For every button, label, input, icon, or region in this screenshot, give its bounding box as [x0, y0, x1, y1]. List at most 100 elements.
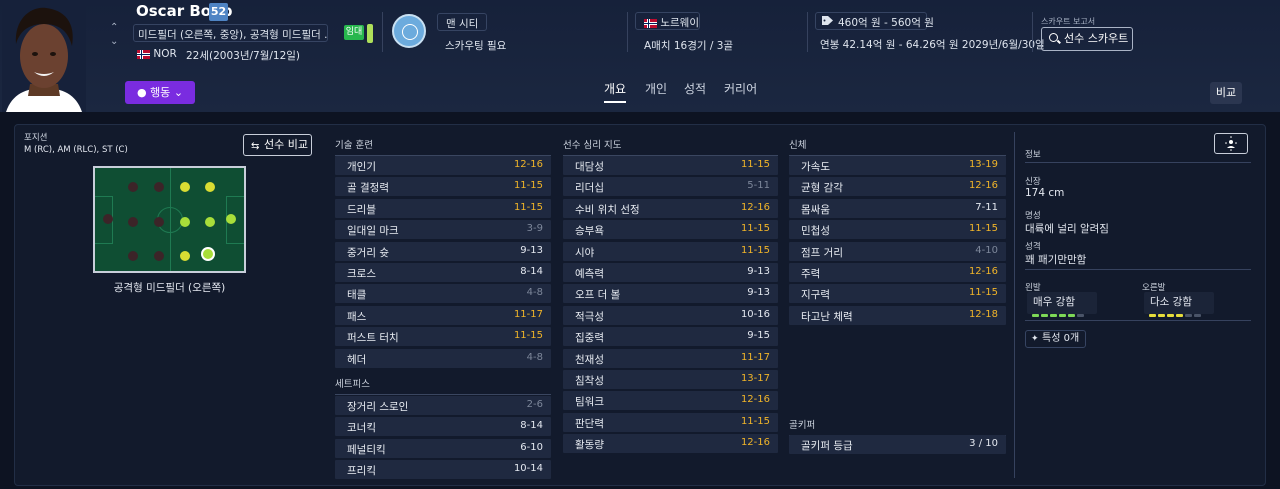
action-button-label: 행동	[150, 86, 171, 99]
attribute-row[interactable]: 예측력 9-13	[563, 263, 778, 282]
attribute-row[interactable]: 가속도 13-19	[789, 156, 1006, 175]
attribute-row[interactable]: 코너킥 8-14	[335, 417, 551, 437]
scout-report-label: 스카우트 보고서	[1041, 17, 1096, 26]
positions-field[interactable]: 미드필더 (오른쪽, 중앙), 공격형 미드필더 ...	[133, 24, 328, 42]
position-dot	[205, 217, 215, 227]
foot-strength-segment	[1077, 314, 1084, 317]
scout-button-label: 선수 스카우트	[1064, 32, 1129, 45]
attribute-name: 중거리 슛	[347, 246, 389, 259]
attribute-value: 12-16	[513, 159, 543, 170]
tab-career[interactable]: 커리어	[724, 80, 757, 97]
physical-header: 신체	[789, 137, 1006, 156]
caps-goals: A매치 16경기 / 3골	[644, 40, 734, 52]
nation-name: 노르웨이	[660, 17, 699, 29]
reputation-label: 명성	[1025, 211, 1041, 221]
scout-player-button[interactable]: 선수 스카우트	[1041, 27, 1133, 51]
attribute-value: 12-16	[968, 180, 998, 192]
attribute-name: 장거리 스로인	[347, 401, 409, 413]
position-dot	[180, 182, 190, 192]
attribute-row[interactable]: 주력 12-16	[789, 263, 1006, 282]
tab-personal[interactable]: 개인	[645, 80, 667, 97]
attribute-row[interactable]: 헤더 4-8	[335, 348, 551, 368]
attribute-row[interactable]: 오프 더 볼 9-13	[563, 284, 778, 304]
attribute-row[interactable]: 시야 11-15	[563, 241, 778, 261]
compare-button[interactable]: 비교	[1210, 82, 1242, 104]
attribute-name: 균형 감각	[801, 182, 843, 195]
attribute-row[interactable]: 프리킥 10-14	[335, 460, 551, 480]
attribute-row[interactable]: 민첩성 11-15	[789, 220, 1006, 240]
attribute-name: 드리블	[347, 203, 376, 216]
attribute-name: 시야	[575, 246, 595, 259]
attribute-row[interactable]: 일대일 마크 3-9	[335, 220, 551, 240]
divider	[1025, 269, 1251, 270]
attribute-row[interactable]: 패스 11-17	[335, 305, 551, 325]
attribute-row[interactable]: 크로스 8-14	[335, 263, 551, 282]
attribute-row[interactable]: 수비 위치 선정 12-16	[563, 198, 778, 218]
attribute-name: 리더십	[575, 182, 604, 195]
attribute-row[interactable]: 승부욕 11-15	[563, 220, 778, 240]
chevron-down-icon[interactable]: ⌄	[110, 36, 118, 47]
height-label: 신장	[1025, 177, 1041, 187]
attribute-row[interactable]: 적극성 10-16	[563, 305, 778, 325]
attribute-row[interactable]: 장거리 스로인 2-6	[335, 396, 551, 415]
value-box[interactable]: 460억 원 - 560억 원	[815, 12, 934, 30]
player-compare-button[interactable]: ⇆ 선수 비교	[243, 134, 312, 156]
attribute-row[interactable]: 천재성 11-17	[563, 348, 778, 368]
attribute-name: 주력	[801, 268, 821, 280]
nation-box[interactable]: 노르웨이	[635, 12, 700, 30]
club-name-box[interactable]: 맨 시티	[437, 13, 487, 31]
player-profile-screen: ⌃ ⌄ Oscar Bobb 52 미드필더 (오른쪽, 중앙), 공격형 미드…	[0, 0, 1280, 489]
attribute-row[interactable]: 골 결정력 11-15	[335, 177, 551, 197]
info-options-button[interactable]	[1214, 133, 1248, 154]
attribute-value: 12-16	[740, 201, 770, 213]
attribute-name: 침착성	[575, 375, 604, 387]
attribute-name: 천재성	[575, 353, 604, 366]
foot-strength-segment	[1176, 314, 1183, 317]
attribute-name: 퍼스트 터치	[347, 332, 399, 345]
attribute-row[interactable]: 활동량 12-16	[563, 434, 778, 454]
attribute-value: 4-10	[975, 244, 998, 256]
reputation-value: 대륙에 널리 알려짐	[1025, 223, 1109, 235]
attribute-row[interactable]: 대담성 11-15	[563, 156, 778, 175]
left-foot-box: 매우 강함	[1027, 292, 1097, 314]
loan-indicator	[367, 24, 373, 43]
traits-button[interactable]: ✦ 특성 0개	[1025, 330, 1086, 348]
position-codes: M (RC), AM (RLC), ST (C)	[24, 145, 128, 155]
attribute-row[interactable]: 페널티킥 6-10	[335, 438, 551, 458]
attribute-row[interactable]: 균형 감각 12-16	[789, 177, 1006, 197]
foot-strength-segment	[1050, 314, 1057, 317]
tab-overview[interactable]: 개요	[604, 80, 627, 103]
attribute-name: 골키퍼 등급	[801, 440, 853, 452]
sparkle-icon: ✦	[1031, 334, 1039, 344]
chevron-up-icon[interactable]: ⌃	[110, 22, 118, 33]
attribute-row[interactable]: 점프 거리 4-10	[789, 241, 1006, 261]
attribute-row[interactable]: 골키퍼 등급 3 / 10	[789, 435, 1006, 454]
attribute-row[interactable]: 판단력 11-15	[563, 412, 778, 432]
compare-icon: ⇆	[251, 141, 260, 152]
foot-strength-segment	[1068, 314, 1075, 317]
attribute-row[interactable]: 침착성 13-17	[563, 370, 778, 389]
attribute-row[interactable]: 개인기 12-16	[335, 156, 551, 175]
attribute-row[interactable]: 몸싸움 7-11	[789, 198, 1006, 218]
attribute-value: 11-15	[968, 223, 998, 235]
attribute-row[interactable]: 집중력 9-15	[563, 327, 778, 347]
attribute-row[interactable]: 중거리 슛 9-13	[335, 241, 551, 261]
attribute-row[interactable]: 리더십 5-11	[563, 177, 778, 197]
mental-header: 선수 심리 지도	[563, 137, 778, 156]
attribute-row[interactable]: 퍼스트 터치 11-15	[335, 327, 551, 347]
attribute-row[interactable]: 지구력 11-15	[789, 284, 1006, 304]
tab-stats[interactable]: 성적	[684, 80, 706, 97]
attribute-row[interactable]: 드리블 11-15	[335, 198, 551, 218]
attribute-value: 13-19	[968, 159, 998, 170]
attribute-value: 3 / 10	[969, 438, 998, 449]
attribute-value: 11-17	[513, 308, 543, 320]
attribute-row[interactable]: 태클 4-8	[335, 284, 551, 304]
action-button[interactable]: ● 행동 ⌄	[125, 81, 195, 104]
attribute-value: 6-10	[520, 441, 543, 453]
attribute-row[interactable]: 타고난 체력 12-18	[789, 305, 1006, 325]
norway-flag-icon	[137, 49, 150, 59]
attribute-row[interactable]: 팀워크 12-16	[563, 391, 778, 411]
club-logo-icon[interactable]	[392, 14, 426, 48]
attribute-value: 8-14	[520, 266, 543, 277]
attribute-name: 태클	[347, 289, 367, 302]
